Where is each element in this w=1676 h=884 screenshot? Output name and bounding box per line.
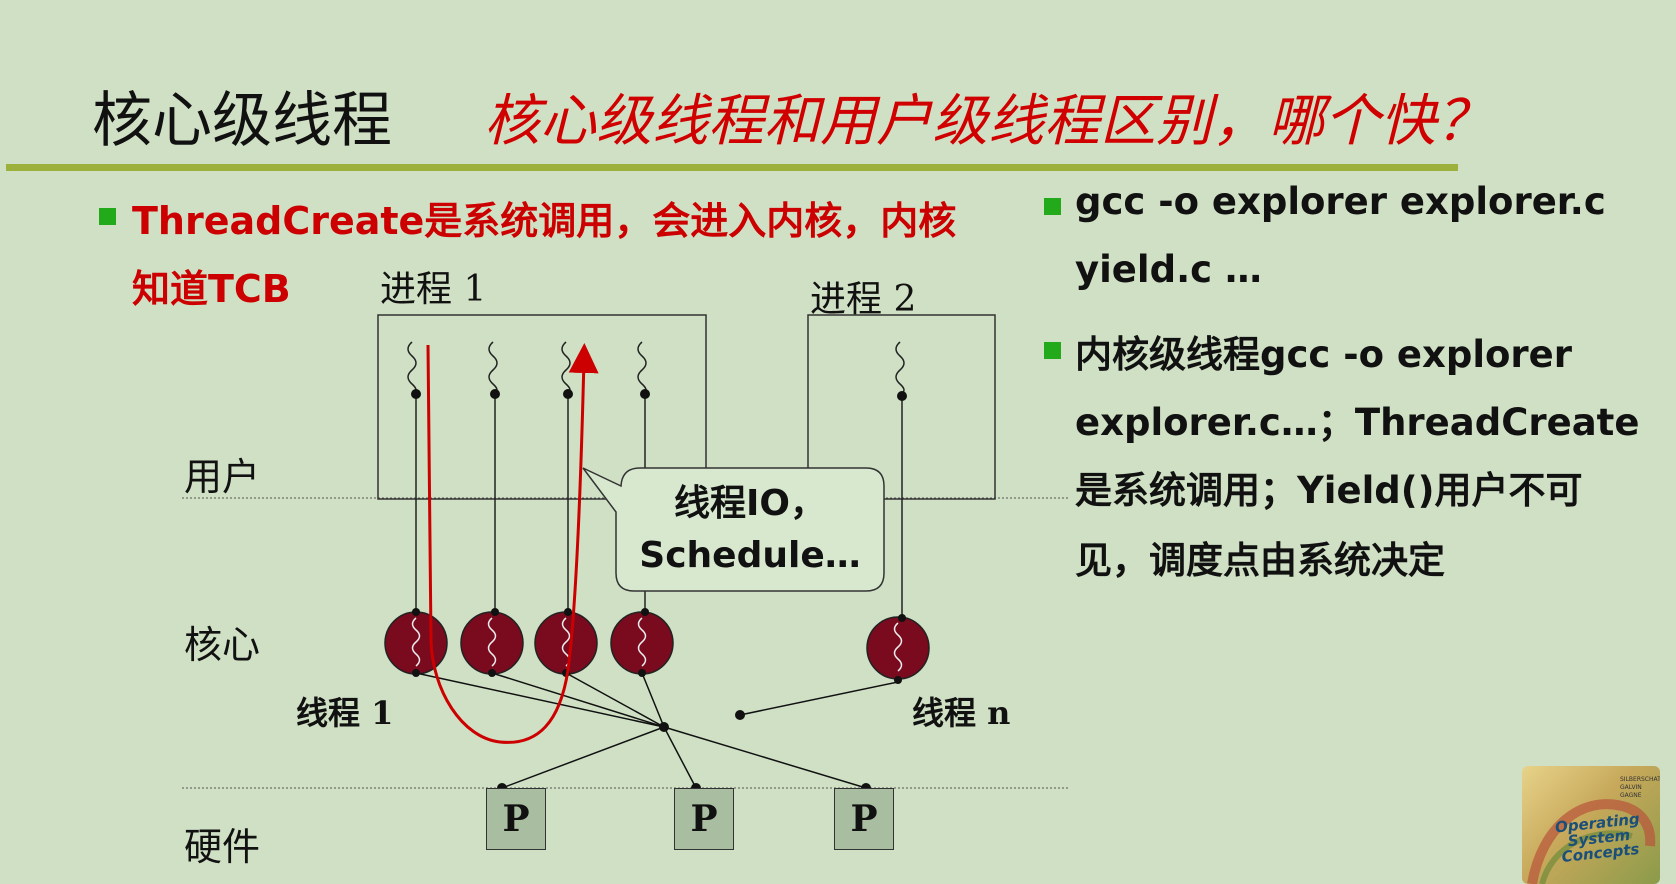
layer-user-label: 用户	[184, 455, 261, 499]
user-thread-squiggle	[488, 341, 498, 395]
user-threads	[407, 341, 905, 395]
processor-box: P	[834, 788, 894, 850]
process-1-label: 进程 1	[380, 269, 487, 310]
user-thread-squiggle	[561, 341, 571, 395]
kernel-switch-arrow	[426, 343, 599, 744]
thread-diagram	[182, 314, 1068, 793]
thread-1-label: 线程 1	[296, 694, 394, 732]
layer-hardware-label: 硬件	[184, 825, 261, 869]
book-authors: SILBERSCHATZ GALVIN GAGNE	[1620, 776, 1660, 799]
scheduler-links	[415, 672, 899, 789]
kernel-threads	[384, 611, 930, 680]
book-cover-image: SILBERSCHATZ GALVIN GAGNE Operating Syst…	[1522, 766, 1660, 884]
user-thread-squiggle	[637, 341, 647, 395]
thread-n-label: 线程 n	[912, 694, 1011, 732]
layer-kernel-label: 核心	[184, 623, 261, 667]
speech-bubble-text: 线程IO， Schedule…	[616, 478, 884, 582]
processor-box: P	[486, 788, 546, 850]
user-thread-squiggle	[407, 341, 417, 395]
speech-line-2: Schedule…	[639, 535, 861, 576]
processor-box: P	[674, 788, 734, 850]
process-2-label: 进程 2	[810, 279, 917, 320]
speech-line-1: 线程IO，	[674, 483, 826, 524]
user-thread-squiggle	[895, 341, 905, 395]
